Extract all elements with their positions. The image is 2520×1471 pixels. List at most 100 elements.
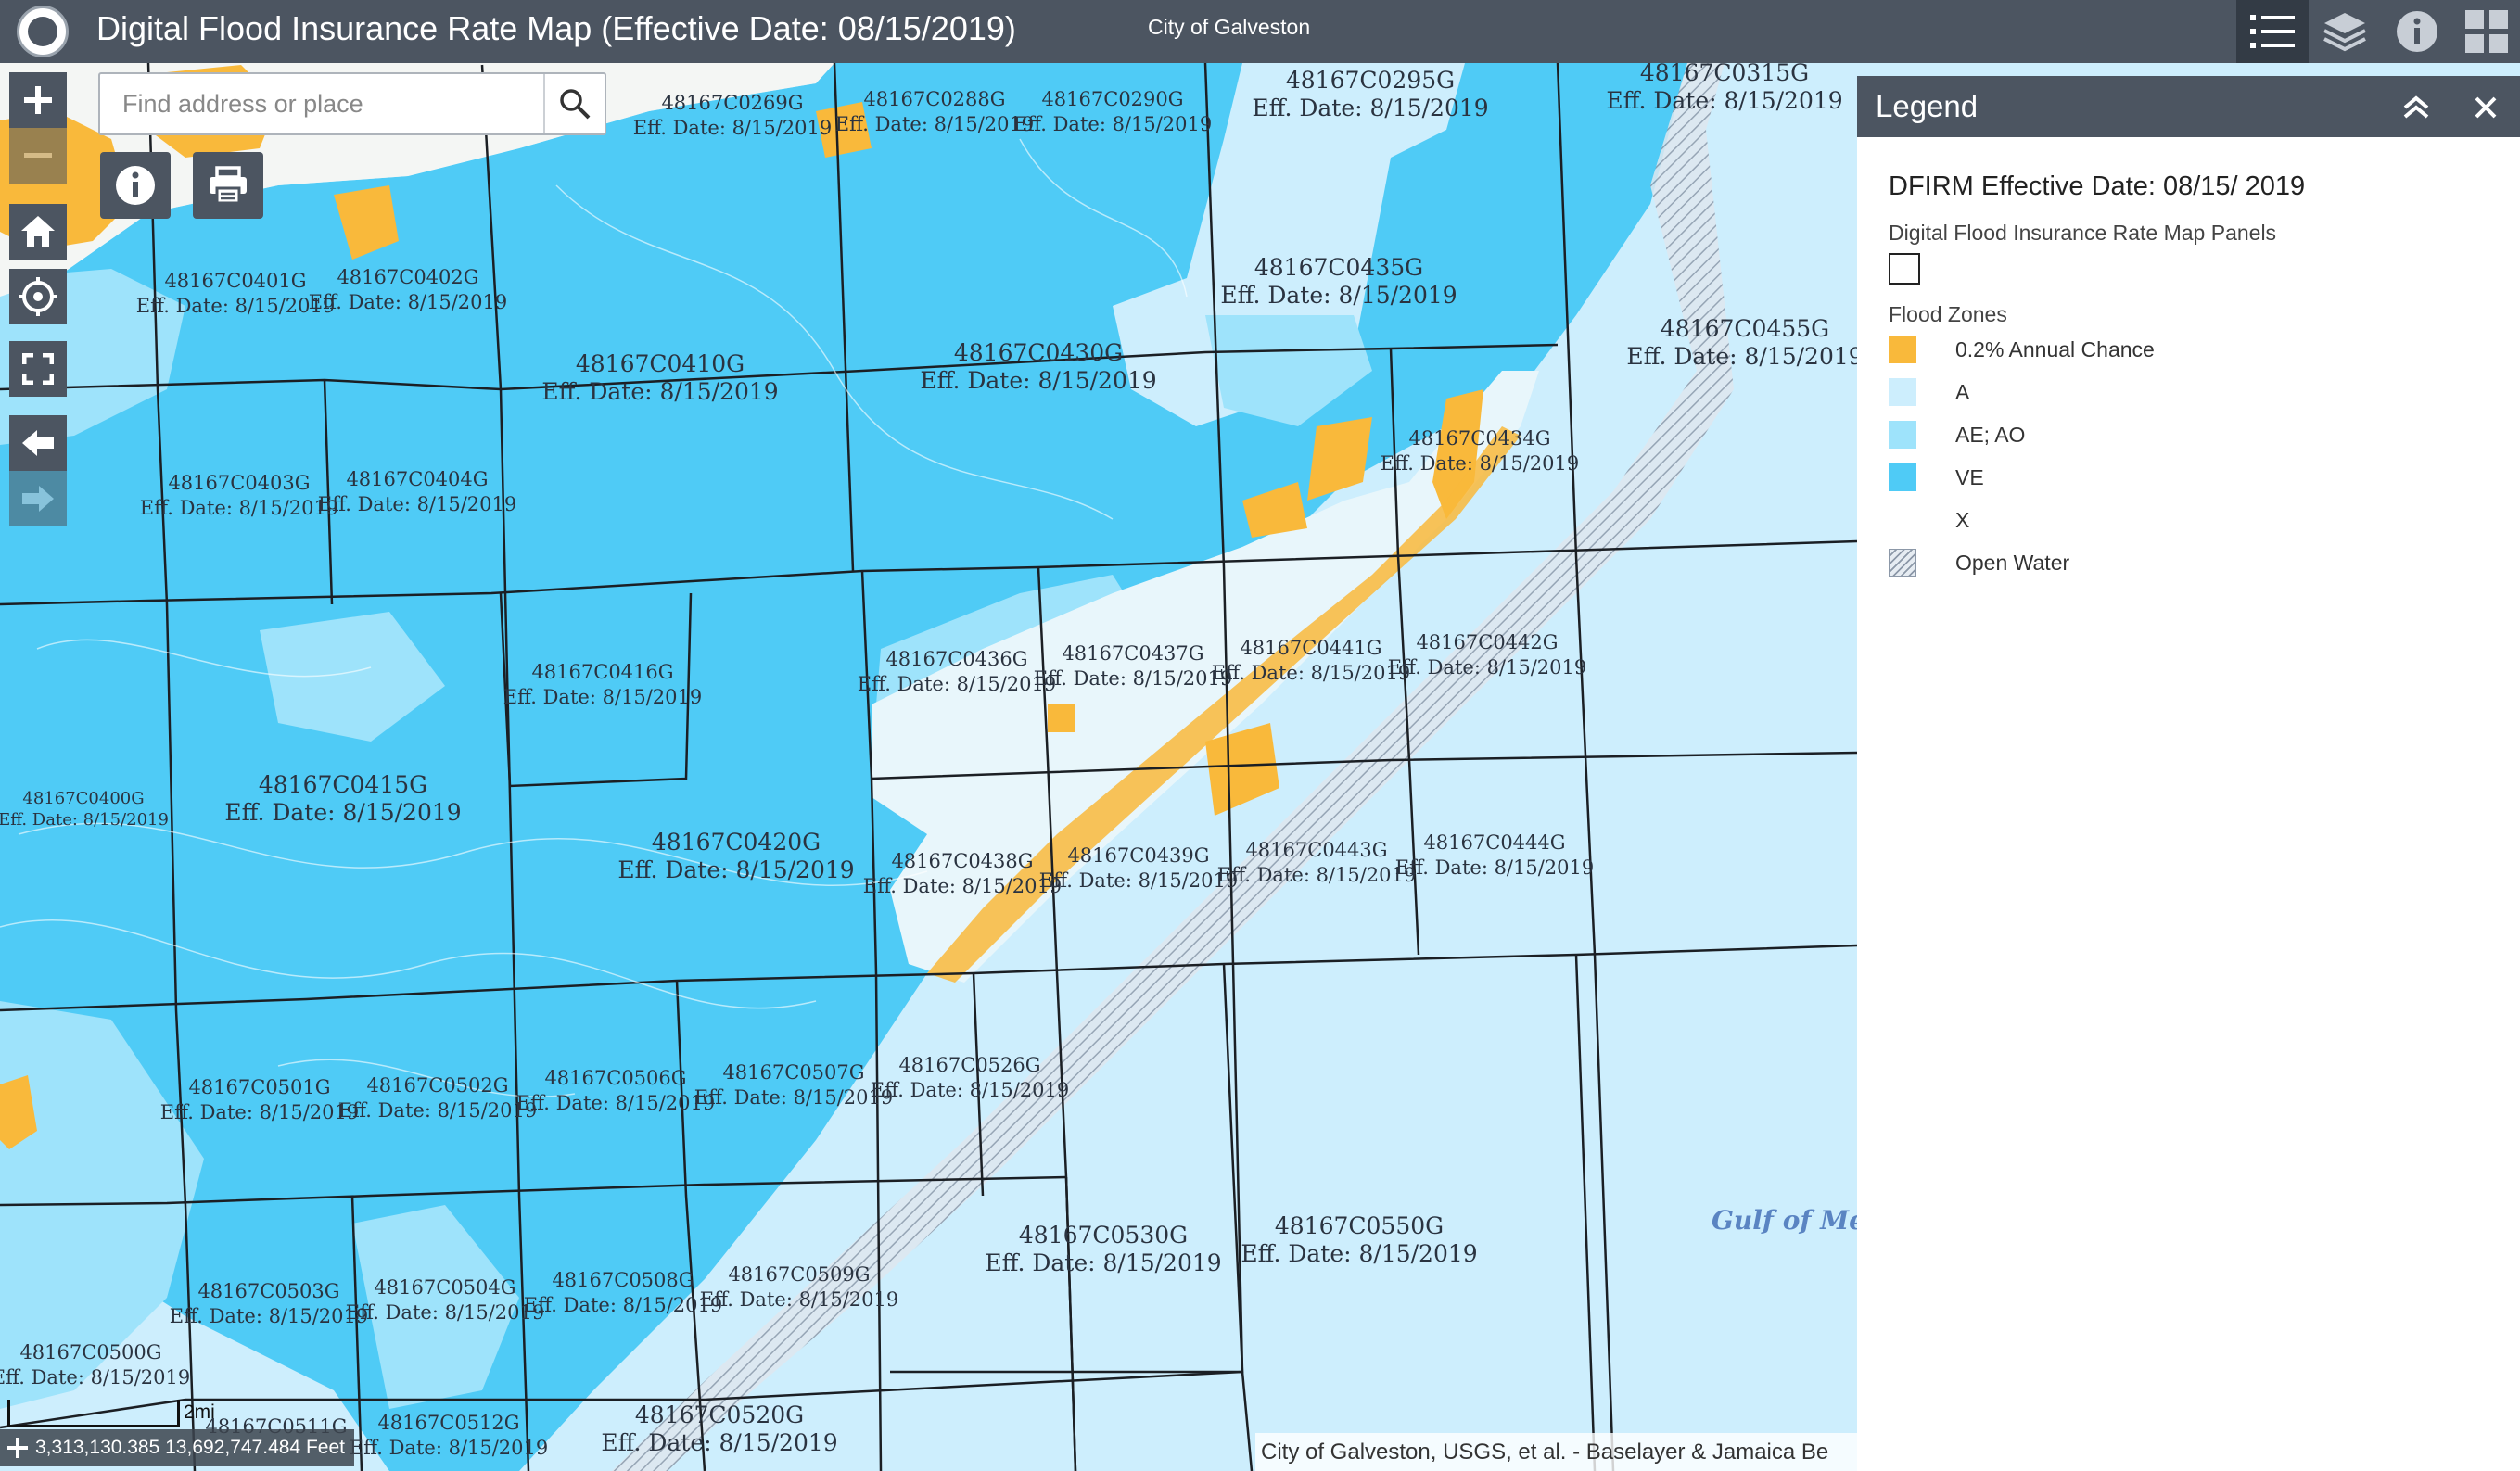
panel-label: 48167C0508G Eff. Date: 8/15/2019 xyxy=(524,1268,723,1318)
panel-label: 48167C0269G Eff. Date: 8/15/2019 xyxy=(633,91,833,141)
panel-id: 48167C0437G xyxy=(1062,642,1204,665)
panel-eff-date: Eff. Date: 8/15/2019 xyxy=(224,799,462,826)
legend-swatch-a xyxy=(1889,378,1916,406)
panel-label: 48167C0404G Eff. Date: 8/15/2019 xyxy=(318,467,517,517)
grid-icon xyxy=(2465,10,2508,53)
panel-eff-date: Eff. Date: 8/15/2019 xyxy=(1012,113,1213,135)
legend-close-button[interactable] xyxy=(2469,91,2502,124)
map-view[interactable]: 48167C0269G Eff. Date: 8/15/2019 48167C02… xyxy=(0,63,1857,1471)
panel-label: 48167C0502G Eff. Date: 8/15/2019 xyxy=(338,1073,538,1123)
legend-item: AE; AO xyxy=(1889,413,2305,456)
panel-eff-date: Eff. Date: 8/15/2019 xyxy=(503,686,703,708)
panel-eff-date: Eff. Date: 8/15/2019 xyxy=(1211,662,1411,684)
panel-id: 48167C0403G xyxy=(168,472,311,494)
panel-eff-date: Eff. Date: 8/15/2019 xyxy=(1387,656,1587,678)
panel-id: 48167C0436G xyxy=(885,648,1028,670)
search-icon xyxy=(560,89,591,120)
fullscreen-icon xyxy=(22,353,54,385)
panel-eff-date: Eff. Date: 8/15/2019 xyxy=(985,1249,1222,1276)
scale-label: 2mi xyxy=(184,1401,215,1423)
panel-id: 48167C0508G xyxy=(552,1269,694,1291)
minus-icon xyxy=(24,153,52,158)
legend-body: DFIRM Effective Date: 08/15/ 2019 Digita… xyxy=(1889,169,2305,584)
search-input[interactable] xyxy=(100,74,543,133)
panel-label: 48167C0526G Eff. Date: 8/15/2019 xyxy=(871,1053,1070,1103)
panel-id: 48167C0404G xyxy=(346,468,489,490)
fullscreen-button[interactable] xyxy=(9,341,67,397)
identify-button[interactable] xyxy=(100,152,171,219)
panel-id: 48167C0439G xyxy=(1067,844,1210,867)
panel-eff-date: Eff. Date: 8/15/2019 xyxy=(169,1305,369,1327)
panel-eff-date: Eff. Date: 8/15/2019 xyxy=(694,1086,894,1109)
panel-id: 48167C0442G xyxy=(1416,631,1559,653)
panel-label: 48167C0512G Eff. Date: 8/15/2019 xyxy=(350,1411,549,1461)
panel-label: 48167C0402G Eff. Date: 8/15/2019 xyxy=(309,265,508,315)
coordinate-readout[interactable]: 3,313,130.385 13,692,747.484 Feet xyxy=(0,1429,354,1466)
crosshair-icon xyxy=(7,1438,28,1458)
layers-button[interactable] xyxy=(2309,0,2381,63)
panel-label: 48167C0415G Eff. Date: 8/15/2019 xyxy=(224,771,461,827)
panel-id: 48167C0443G xyxy=(1245,839,1388,861)
panel-id: 48167C0400G xyxy=(22,789,145,808)
panel-eff-date: Eff. Date: 8/15/2019 xyxy=(857,673,1057,695)
panel-label: 48167C0503G Eff. Date: 8/15/2019 xyxy=(170,1279,369,1329)
panel-id: 48167C0410G xyxy=(575,350,745,377)
panel-eff-date: Eff. Date: 8/15/2019 xyxy=(337,1099,538,1122)
panel-eff-date: Eff. Date: 8/15/2019 xyxy=(0,1366,191,1389)
legend-panel: Legend DFIRM Effective Date: 08/15/ 2019… xyxy=(1857,76,2520,1471)
panel-label: 48167C0520G Eff. Date: 8/15/2019 xyxy=(601,1401,837,1457)
panel-label: 48167C0435G Eff. Date: 8/15/2019 xyxy=(1220,254,1457,310)
layers-icon xyxy=(2323,13,2366,52)
legend-header: Legend xyxy=(1857,76,2520,137)
about-button[interactable] xyxy=(2381,0,2453,63)
zoom-out-button[interactable] xyxy=(9,128,67,184)
panel-label: 48167C0410G Eff. Date: 8/15/2019 xyxy=(541,350,778,406)
apps-button[interactable] xyxy=(2453,0,2520,63)
legend-collapse-button[interactable] xyxy=(2399,91,2433,124)
panel-label: 48167C0504G Eff. Date: 8/15/2019 xyxy=(346,1275,545,1325)
forward-extent-button[interactable] xyxy=(9,471,67,526)
search-button[interactable] xyxy=(543,74,605,133)
legend-panel-swatch-row xyxy=(1889,247,2305,291)
panel-label: 48167C0500G Eff. Date: 8/15/2019 xyxy=(0,1340,190,1390)
scale-bar xyxy=(7,1400,180,1427)
panel-eff-date: Eff. Date: 8/15/2019 xyxy=(1626,343,1857,370)
panel-id: 48167C0416G xyxy=(531,661,674,683)
panel-label: 48167C0290G Eff. Date: 8/15/2019 xyxy=(1013,87,1213,137)
panel-label: 48167C0501G Eff. Date: 8/15/2019 xyxy=(160,1075,360,1125)
search-box xyxy=(98,72,606,135)
back-extent-button[interactable] xyxy=(9,415,67,471)
panel-eff-date: Eff. Date: 8/15/2019 xyxy=(317,493,517,515)
print-button[interactable] xyxy=(193,152,263,219)
panel-id: 48167C0506G xyxy=(544,1067,687,1089)
panel-label: 48167C0401G Eff. Date: 8/15/2019 xyxy=(136,269,336,319)
panel-outline-swatch xyxy=(1889,253,1920,285)
panel-eff-date: Eff. Date: 8/15/2019 xyxy=(1606,87,1843,114)
zoom-in-button[interactable] xyxy=(9,72,67,128)
panel-eff-date: Eff. Date: 8/15/2019 xyxy=(617,856,855,883)
legend-flood-zones-label: Flood Zones xyxy=(1889,302,2007,326)
legend-item-label: Open Water xyxy=(1955,550,2070,575)
panel-id: 48167C0415G xyxy=(258,771,428,798)
panel-label: 48167C0439G Eff. Date: 8/15/2019 xyxy=(1039,843,1239,894)
legend-item-label: 0.2% Annual Chance xyxy=(1955,336,2155,361)
legend-title: Legend xyxy=(1876,89,1979,123)
panel-eff-date: Eff. Date: 8/15/2019 xyxy=(699,1288,899,1311)
info-icon xyxy=(116,166,155,205)
panel-label: 48167C0530G Eff. Date: 8/15/2019 xyxy=(985,1222,1221,1277)
map-attribution: City of Galveston, USGS, et al. - Basela… xyxy=(1255,1433,1858,1471)
panel-label: 48167C0430G Eff. Date: 8/15/2019 xyxy=(920,339,1156,395)
home-button[interactable] xyxy=(9,204,67,260)
panel-label: 48167C0400G Eff. Date: 8/15/2019 xyxy=(0,788,169,831)
legend-item-label: VE xyxy=(1955,464,1984,489)
panel-label: 48167C0442G Eff. Date: 8/15/2019 xyxy=(1388,630,1587,680)
legend-button[interactable] xyxy=(2236,0,2309,63)
legend-swatch-x xyxy=(1889,506,1916,534)
panel-eff-date: Eff. Date: 8/15/2019 xyxy=(632,117,833,139)
panel-label: 48167C0420G Eff. Date: 8/15/2019 xyxy=(617,829,854,884)
panel-id: 48167C0520G xyxy=(634,1401,805,1428)
panel-eff-date: Eff. Date: 8/15/2019 xyxy=(541,378,779,405)
locate-button[interactable] xyxy=(9,269,67,324)
panel-eff-date: Eff. Date: 8/15/2019 xyxy=(1241,1240,1478,1267)
city-seal-logo xyxy=(17,6,69,57)
